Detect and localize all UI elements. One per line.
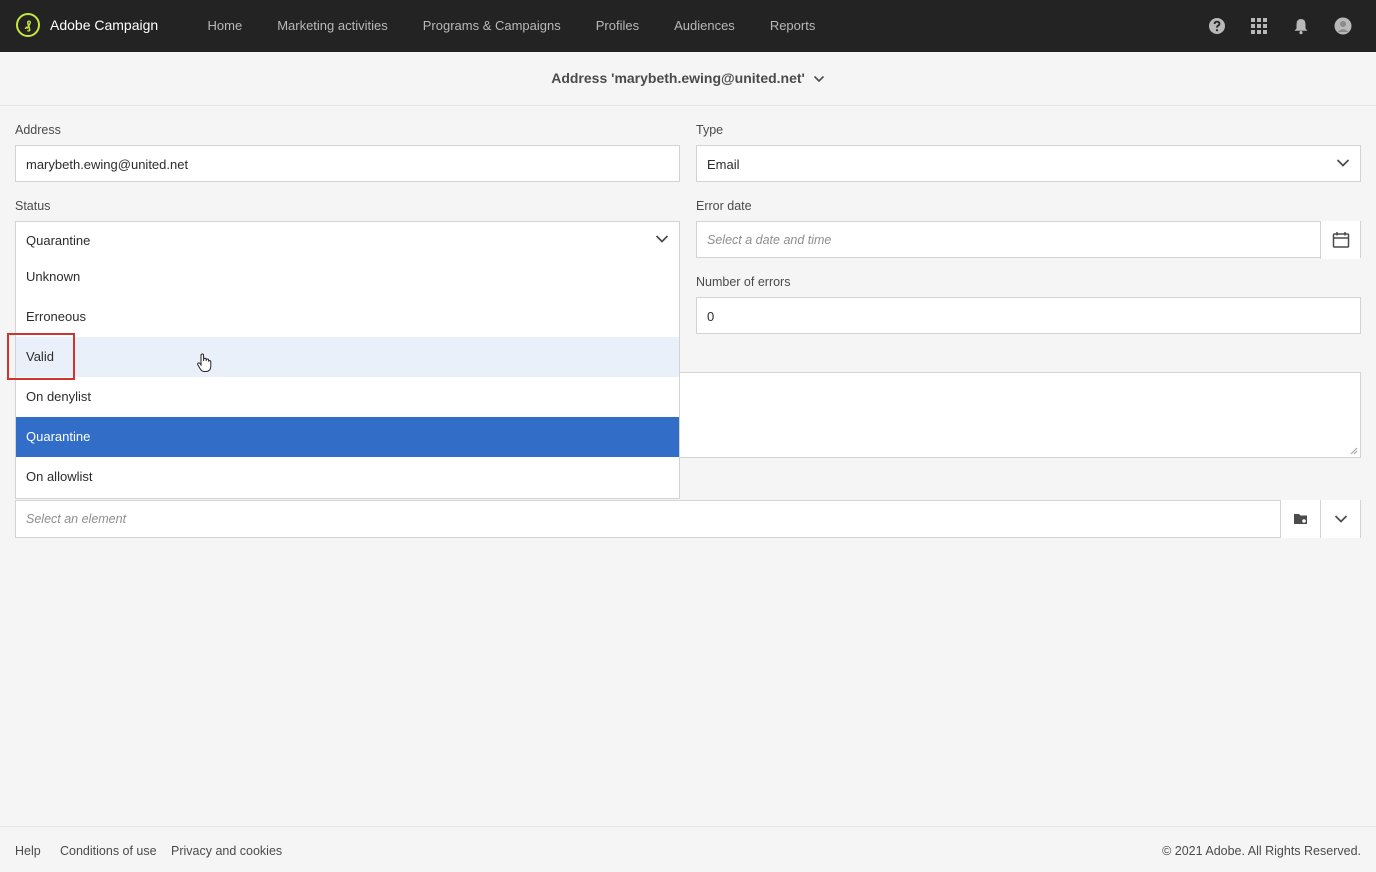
main-nav: Home Marketing activities Programs & Cam… [190, 0, 833, 52]
number-of-errors-input[interactable]: 0 [696, 297, 1361, 334]
status-dropdown-list: Unknown Erroneous Valid On denylist Quar… [15, 257, 680, 499]
address-label: Address [15, 123, 61, 137]
top-bar: ₰ Adobe Campaign Home Marketing activiti… [0, 0, 1376, 52]
status-option-on-denylist[interactable]: On denylist [16, 377, 679, 417]
calendar-icon [1332, 232, 1349, 248]
address-value: marybeth.ewing@united.net [26, 157, 189, 172]
status-option-on-allowlist[interactable]: On allowlist [16, 457, 679, 497]
app-title[interactable]: Adobe Campaign [50, 17, 158, 33]
nav-programs-campaigns[interactable]: Programs & Campaigns [405, 0, 578, 52]
type-select[interactable]: Email [696, 145, 1361, 182]
address-input[interactable]: marybeth.ewing@united.net [15, 145, 680, 182]
number-of-errors-value: 0 [707, 309, 715, 324]
page-title: Address 'marybeth.ewing@united.net' [551, 70, 805, 86]
error-date-placeholder: Select a date and time [707, 233, 832, 247]
nav-marketing-activities[interactable]: Marketing activities [260, 0, 406, 52]
highlight-box [7, 333, 75, 380]
browse-folder-button[interactable] [1280, 500, 1320, 538]
adobe-campaign-logo-icon[interactable]: ₰ [16, 13, 40, 37]
status-option-erroneous[interactable]: Erroneous [16, 297, 679, 337]
chevron-down-icon [1334, 515, 1347, 523]
status-option-valid[interactable]: Valid [16, 337, 679, 377]
status-option-quarantine[interactable]: Quarantine [16, 417, 679, 457]
nav-home[interactable]: Home [190, 0, 260, 52]
chevron-down-icon [1336, 159, 1350, 167]
apps-grid-icon[interactable] [1250, 17, 1268, 35]
type-value: Email [707, 157, 740, 172]
number-of-errors-label: Number of errors [696, 275, 791, 289]
copyright-text: © 2021 Adobe. All Rights Reserved. [1162, 844, 1361, 858]
element-select[interactable]: Select an element [15, 500, 1361, 538]
status-label: Status [15, 199, 51, 213]
error-date-input[interactable]: Select a date and time [696, 221, 1361, 259]
status-value: Quarantine [26, 233, 91, 248]
nav-profiles[interactable]: Profiles [578, 0, 656, 52]
status-option-unknown[interactable]: Unknown [16, 257, 679, 297]
resize-handle-icon[interactable] [1350, 447, 1358, 455]
folder-search-icon [1293, 514, 1307, 524]
hand-cursor-icon [197, 353, 212, 372]
element-placeholder: Select an element [26, 512, 127, 526]
footer-link-help[interactable]: Help [15, 844, 41, 858]
notifications-bell-icon[interactable] [1292, 17, 1310, 35]
page-header: Address 'marybeth.ewing@united.net' [0, 52, 1376, 106]
nav-audiences[interactable]: Audiences [657, 0, 753, 52]
help-icon[interactable] [1208, 17, 1226, 35]
status-select[interactable]: Quarantine [15, 221, 680, 258]
footer: Help Conditions of use Privacy and cooki… [0, 826, 1376, 872]
footer-link-conditions-of-use[interactable]: Conditions of use [60, 844, 157, 858]
calendar-button[interactable] [1320, 221, 1360, 259]
footer-link-privacy-and-cookies[interactable]: Privacy and cookies [171, 844, 282, 858]
page-title-dropdown[interactable]: Address 'marybeth.ewing@united.net' [551, 70, 825, 86]
nav-reports[interactable]: Reports [752, 0, 833, 52]
element-dropdown-button[interactable] [1320, 500, 1360, 538]
error-date-label: Error date [696, 199, 752, 213]
chevron-down-icon [655, 235, 669, 243]
chevron-down-icon [813, 76, 824, 83]
type-label: Type [696, 123, 724, 137]
user-avatar-icon[interactable] [1334, 17, 1352, 35]
